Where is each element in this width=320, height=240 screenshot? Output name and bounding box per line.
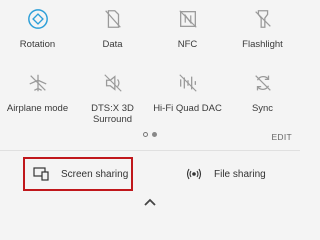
page-dot-current	[152, 132, 157, 137]
airplane-icon	[28, 74, 47, 92]
tile-label: Hi-Fi Quad DAC	[153, 103, 222, 114]
tile-label: Airplane mode	[6, 103, 69, 114]
divider	[0, 150, 300, 151]
tile-data[interactable]: Data	[75, 8, 150, 50]
flashlight-icon	[254, 10, 271, 28]
dts-surround-icon	[103, 74, 122, 92]
tile-label: Data	[102, 39, 123, 50]
screen-sharing-button[interactable]: Screen sharing	[23, 157, 133, 191]
tile-hifi-quad-dac[interactable]: Hi-Fi Quad DAC	[150, 72, 225, 114]
tile-label: Rotation	[19, 39, 56, 50]
edit-button[interactable]: EDIT	[271, 132, 292, 142]
tile-label: NFC	[177, 39, 198, 50]
file-share-icon	[186, 168, 202, 180]
tile-airplane-mode[interactable]: Airplane mode	[0, 72, 75, 114]
nfc-icon	[178, 10, 197, 28]
tile-label: Flashlight	[242, 39, 283, 50]
rotation-icon	[27, 9, 48, 29]
sync-icon	[254, 75, 271, 91]
chevron-up-icon[interactable]	[143, 196, 157, 208]
tile-label: DTS:X 3D Surround	[91, 103, 134, 125]
tile-sync[interactable]: Sync	[225, 72, 300, 114]
tile-nfc[interactable]: NFC	[150, 8, 225, 50]
hifi-dac-icon	[178, 74, 197, 92]
mobile-data-icon	[104, 10, 121, 28]
screen-share-icon	[33, 167, 49, 181]
page-indicator	[0, 132, 300, 137]
page-dot[interactable]	[143, 132, 148, 137]
tile-dts-surround[interactable]: DTS:X 3D Surround	[75, 72, 150, 125]
tile-label: Sync	[251, 103, 274, 114]
file-sharing-button[interactable]: File sharing	[186, 157, 286, 191]
file-sharing-label: File sharing	[214, 168, 266, 180]
tile-flashlight[interactable]: Flashlight	[225, 8, 300, 50]
screen-sharing-label: Screen sharing	[61, 168, 129, 180]
tile-rotation[interactable]: Rotation	[0, 8, 75, 50]
